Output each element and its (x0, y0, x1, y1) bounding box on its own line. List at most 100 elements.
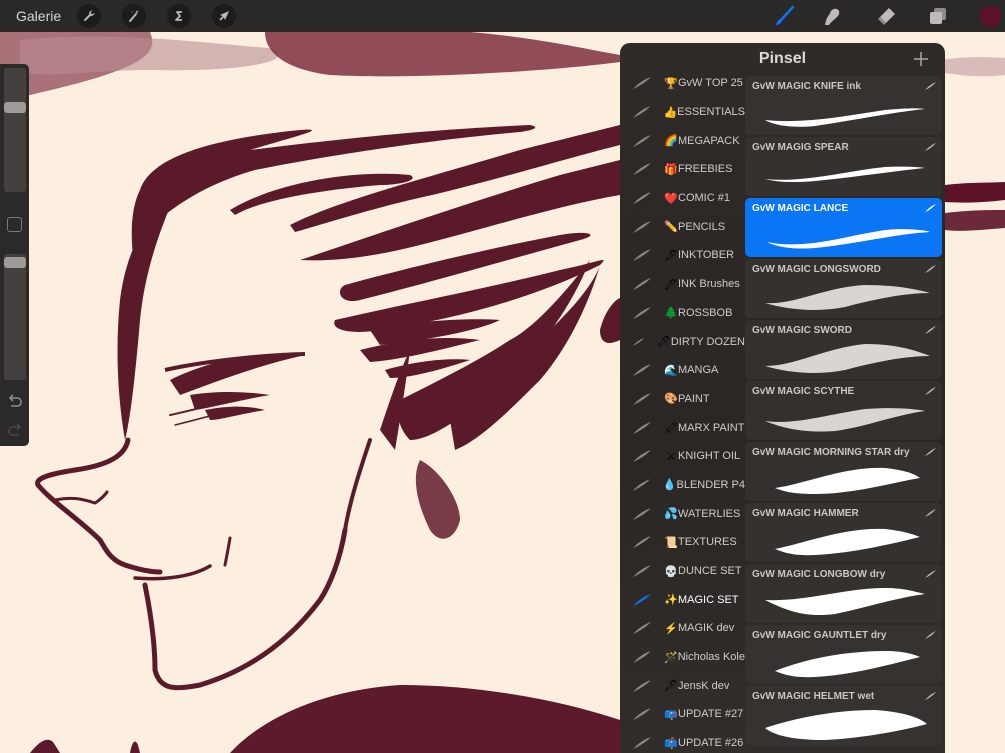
top-toolbar: Galerie (0, 0, 1005, 32)
actions-button[interactable] (77, 4, 102, 28)
brush-name: GvW MAGIC KNIFE ink (752, 81, 861, 92)
brush-set-item-comic-1[interactable]: ❤️ COMIC #1 (620, 184, 745, 213)
brush-set-label: DUNCE SET (678, 565, 742, 578)
eraser-tool-button[interactable] (872, 0, 900, 32)
opacity-thumb[interactable] (4, 257, 26, 269)
redo-icon[interactable] (6, 422, 24, 440)
brush-set-stroke-icon (632, 479, 650, 491)
brush-set-label: MAGIK dev (678, 622, 735, 635)
brush-set-item-dirty-dozen[interactable]: 🖊 DIRTY DOZEN (620, 327, 745, 356)
brush-set-item-magic-set[interactable]: ✨ MAGIC SET (620, 585, 745, 614)
brush-stroke-preview (765, 710, 927, 740)
brush-set-label: ROSSBOB (678, 306, 733, 319)
brush-name: GvW MAGIC MORNING STAR dry (752, 447, 910, 458)
brush-name: GvW MAGIC LONGBOW dry (752, 569, 886, 580)
brush-set-item-knight-oil[interactable]: ⚔ KNIGHT OIL (620, 442, 745, 471)
brush-item-gvw-magic-knife-ink[interactable]: GvW MAGIC KNIFE ink (745, 76, 942, 135)
smudge-tool-button[interactable] (818, 0, 846, 32)
brush-item-gvw-magic-morning-star-dry[interactable]: GvW MAGIC MORNING STAR dry (745, 442, 942, 501)
brush-set-list: 🏆 GvW TOP 25 👍 ESSENTIALS 🌈 MEGAPACK 🎁 F… (620, 69, 745, 753)
brush-name: GvW MAGIC LONGSWORD (752, 264, 881, 275)
brush-stroke-preview (767, 229, 930, 249)
selection-button[interactable] (167, 4, 192, 28)
brush-set-item-freebies[interactable]: 🎁 FREEBIES (620, 155, 745, 184)
brush-set-label: DIRTY DOZEN (670, 335, 745, 348)
modify-button[interactable] (7, 217, 22, 232)
brush-size-thumb[interactable] (4, 101, 26, 113)
brush-set-item-manga[interactable]: 🌊 MANGA (620, 356, 745, 385)
brush-set-item-update-27[interactable]: 📪 UPDATE #27 (620, 700, 745, 729)
brush-list: GvW MAGIC KNIFE ink GvW MAGIG SPEAR GvW … (745, 76, 942, 747)
brush-set-emoji-icon: 👍 (663, 106, 678, 119)
brush-set-label: MEGAPACK (678, 134, 740, 147)
brush-name: GvW MAGIC SWORD (752, 325, 852, 336)
eraser-icon (878, 8, 895, 25)
layers-button[interactable] (924, 0, 952, 32)
brush-set-emoji-icon: 🖊 (656, 336, 671, 349)
brush-set-emoji-icon: ✏️ (664, 221, 678, 234)
brush-item-gvw-magic-scythe[interactable]: GvW MAGIC SCYTHE (745, 381, 942, 440)
brush-stroke-shape (765, 588, 925, 616)
brush-set-stroke-icon (633, 593, 651, 606)
brush-set-emoji-icon: 🖋 (664, 278, 678, 291)
panel-title: Pinsel (758, 50, 807, 67)
brush-item-gvw-magic-hammer[interactable]: GvW MAGIC HAMMER (745, 503, 942, 562)
brush-set-stroke-icon (633, 450, 651, 463)
brush-set-item-textures[interactable]: 📜 TEXTURES (620, 528, 745, 557)
brush-set-stroke-icon (633, 249, 651, 262)
brush-set-stroke-icon (633, 708, 651, 721)
brush-item-gvw-magic-sword[interactable]: GvW MAGIC SWORD (745, 320, 942, 379)
brush-set-item-ink-brushes[interactable]: 🖋 INK Brushes (620, 270, 745, 299)
brush-item-gvw-magic-lance[interactable]: GvW MAGIC LANCE (745, 198, 942, 257)
brush-set-item-marx-paint[interactable]: 🖍 MARX PAINT (620, 413, 745, 442)
brush-set-stroke-icon (633, 536, 651, 549)
brush-set-item-paint[interactable]: 🎨 PAINT (620, 385, 745, 414)
brush-size-slider[interactable] (4, 68, 26, 192)
brush-set-item-dunce-set[interactable]: 💀 DUNCE SET (620, 557, 745, 586)
brush-set-label: JensK dev (678, 679, 730, 692)
brush-set-label: PAINT (678, 392, 710, 405)
brush-set-emoji-icon: 🖊 (664, 249, 678, 262)
adjustments-button[interactable] (122, 4, 147, 28)
brush-set-item-inktober[interactable]: 🖊 INKTOBER (620, 241, 745, 270)
transform-button[interactable] (212, 4, 237, 28)
brush-set-emoji-icon: 🪄 (663, 651, 678, 664)
plus-icon[interactable] (911, 49, 931, 69)
brush-set-stroke-icon (633, 278, 651, 291)
brush-item-gvw-magic-helmet-wet[interactable]: GvW MAGIC HELMET wet (745, 686, 942, 745)
brush-set-stroke-icon (633, 220, 651, 233)
brush-item-gvw-magic-longsword[interactable]: GvW MAGIC LONGSWORD (745, 259, 942, 318)
gallery-button[interactable]: Galerie (16, 8, 61, 24)
brush-set-item-nicholas-kole[interactable]: 🪄 Nicholas Kole (620, 643, 745, 672)
brush-set-item-gvw-top-25[interactable]: 🏆 GvW TOP 25 (620, 69, 745, 98)
brush-set-item-essentials[interactable]: 👍 ESSENTIALS (620, 98, 745, 127)
brush-set-label: INKTOBER (678, 249, 735, 262)
brush-item-gvw-magig-spear[interactable]: GvW MAGIG SPEAR (745, 137, 942, 196)
undo-icon[interactable] (6, 393, 24, 411)
brush-set-label: Nicholas Kole (677, 651, 745, 664)
brush-stroke-shape (775, 528, 920, 556)
brush-stroke-preview (765, 588, 925, 616)
brush-set-item-magik-dev[interactable]: ⚡ MAGIK dev (620, 614, 745, 643)
brush-mini-stroke-icon (925, 204, 936, 212)
brush-set-stroke-icon (632, 106, 651, 118)
brush-set-stroke-icon (632, 337, 645, 346)
brush-set-item-blender-p4[interactable]: 💧 BLENDER P4 (620, 471, 745, 500)
brush-name: GvW MAGIC HAMMER (752, 508, 859, 519)
brush-set-item-jensk-dev[interactable]: 🖊 JensK dev (620, 671, 745, 700)
brush-set-emoji-icon: 💧 (662, 479, 677, 492)
brush-stroke-shape (765, 344, 930, 373)
brush-set-emoji-icon: 📫 (664, 737, 678, 750)
brush-set-item-pencils[interactable]: ✏️ PENCILS (620, 212, 745, 241)
brush-name: GvW MAGIC SCYTHE (752, 386, 855, 397)
color-picker-button[interactable] (975, 0, 1005, 32)
brush-set-item-update-26[interactable]: 📫 UPDATE #26 (620, 729, 745, 753)
opacity-slider[interactable] (4, 254, 26, 380)
brush-tool-button[interactable] (770, 0, 798, 32)
brush-item-gvw-magic-longbow-dry[interactable]: GvW MAGIC LONGBOW dry (745, 564, 942, 623)
brush-set-item-rossbob[interactable]: 🌲 ROSSBOB (620, 299, 745, 328)
brush-set-item-waterlies[interactable]: 💦 WATERLIES (620, 499, 745, 528)
brush-set-stroke-icon (633, 507, 651, 520)
brush-item-gvw-magic-gauntlet-dry[interactable]: GvW MAGIC GAUNTLET dry (745, 625, 942, 684)
brush-set-item-megapack[interactable]: 🌈 MEGAPACK (620, 126, 745, 155)
